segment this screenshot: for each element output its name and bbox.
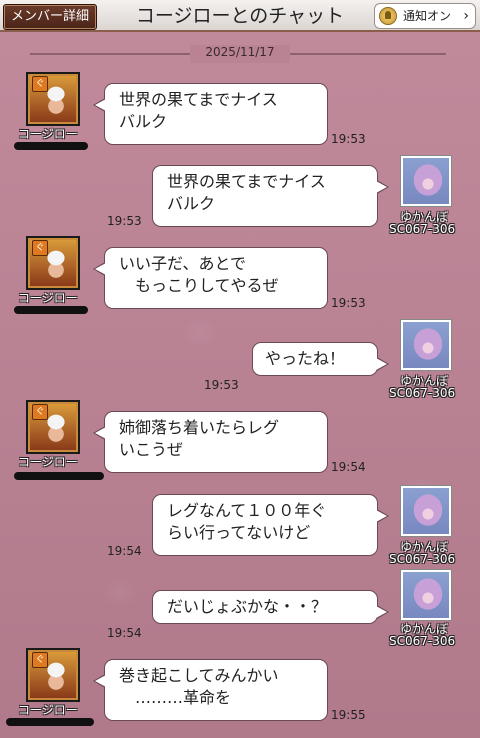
redaction-mark <box>14 142 88 150</box>
redaction-mark <box>6 718 94 726</box>
message-bubble[interactable]: だいじょぶかな・・？ <box>152 590 389 624</box>
avatar[interactable]: ぐ <box>26 648 80 702</box>
sender-name: コージロー <box>18 291 78 305</box>
member-details-button[interactable]: メンバー詳細 <box>3 4 97 30</box>
redaction-mark <box>14 472 104 480</box>
notification-label: 通知オン <box>403 9 452 23</box>
chevron-right-icon: › <box>463 8 469 24</box>
message-time: 19:53 <box>331 132 366 146</box>
rank-badge: ぐ <box>32 240 48 256</box>
avatar[interactable]: ぐ <box>26 400 80 454</box>
message-bubble[interactable]: 世界の果てまでナイス バルク <box>93 83 328 145</box>
rank-badge: ぐ <box>32 652 48 668</box>
avatar[interactable] <box>400 569 452 621</box>
sender-name: コージロー <box>18 127 78 141</box>
avatar[interactable] <box>400 319 452 371</box>
page-title: コージローとのチャット <box>135 5 345 27</box>
message-time: 19:54 <box>331 460 366 474</box>
rank-badge: ぐ <box>32 404 48 420</box>
sender-id: SC067-306 <box>389 552 456 566</box>
header-bar: メンバー詳細 コージローとのチャット 通知オン › <box>0 0 480 32</box>
message-time: 19:53 <box>331 296 366 310</box>
message-bubble[interactable]: 世界の果てまでナイス バルク <box>152 165 389 227</box>
bell-icon <box>379 7 397 25</box>
avatar[interactable]: ぐ <box>26 236 80 290</box>
message-time: 19:54 <box>107 544 142 558</box>
avatar[interactable]: ぐ <box>26 72 80 126</box>
message-bubble[interactable]: 姉御落ち着いたらレグ いこうぜ <box>93 411 328 473</box>
sender-id: SC067-306 <box>389 222 456 236</box>
message-bubble[interactable]: やったね！ <box>252 342 389 376</box>
rank-badge: ぐ <box>32 76 48 92</box>
message-time: 19:53 <box>107 214 142 228</box>
message-bubble[interactable]: いい子だ、あとで もっこりしてやるぜ <box>93 247 328 309</box>
sender-name: コージロー <box>18 455 78 469</box>
message-time: 19:54 <box>107 626 142 640</box>
sender-id: SC067-306 <box>389 634 456 648</box>
message-bubble[interactable]: 巻き起こしてみんかい ………革命を <box>93 659 328 721</box>
redaction-mark <box>14 306 88 314</box>
message-time: 19:55 <box>331 708 366 722</box>
notification-toggle-button[interactable]: 通知オン › <box>374 3 476 29</box>
message-bubble[interactable]: レグなんて１００年ぐ らい行ってないけど <box>152 494 389 556</box>
avatar[interactable] <box>400 485 452 537</box>
sender-name: コージロー <box>18 703 78 717</box>
sender-id: SC067-306 <box>389 386 456 400</box>
avatar[interactable] <box>400 155 452 207</box>
date-label: 2025/11/17 <box>190 45 290 63</box>
message-time: 19:53 <box>204 378 239 392</box>
